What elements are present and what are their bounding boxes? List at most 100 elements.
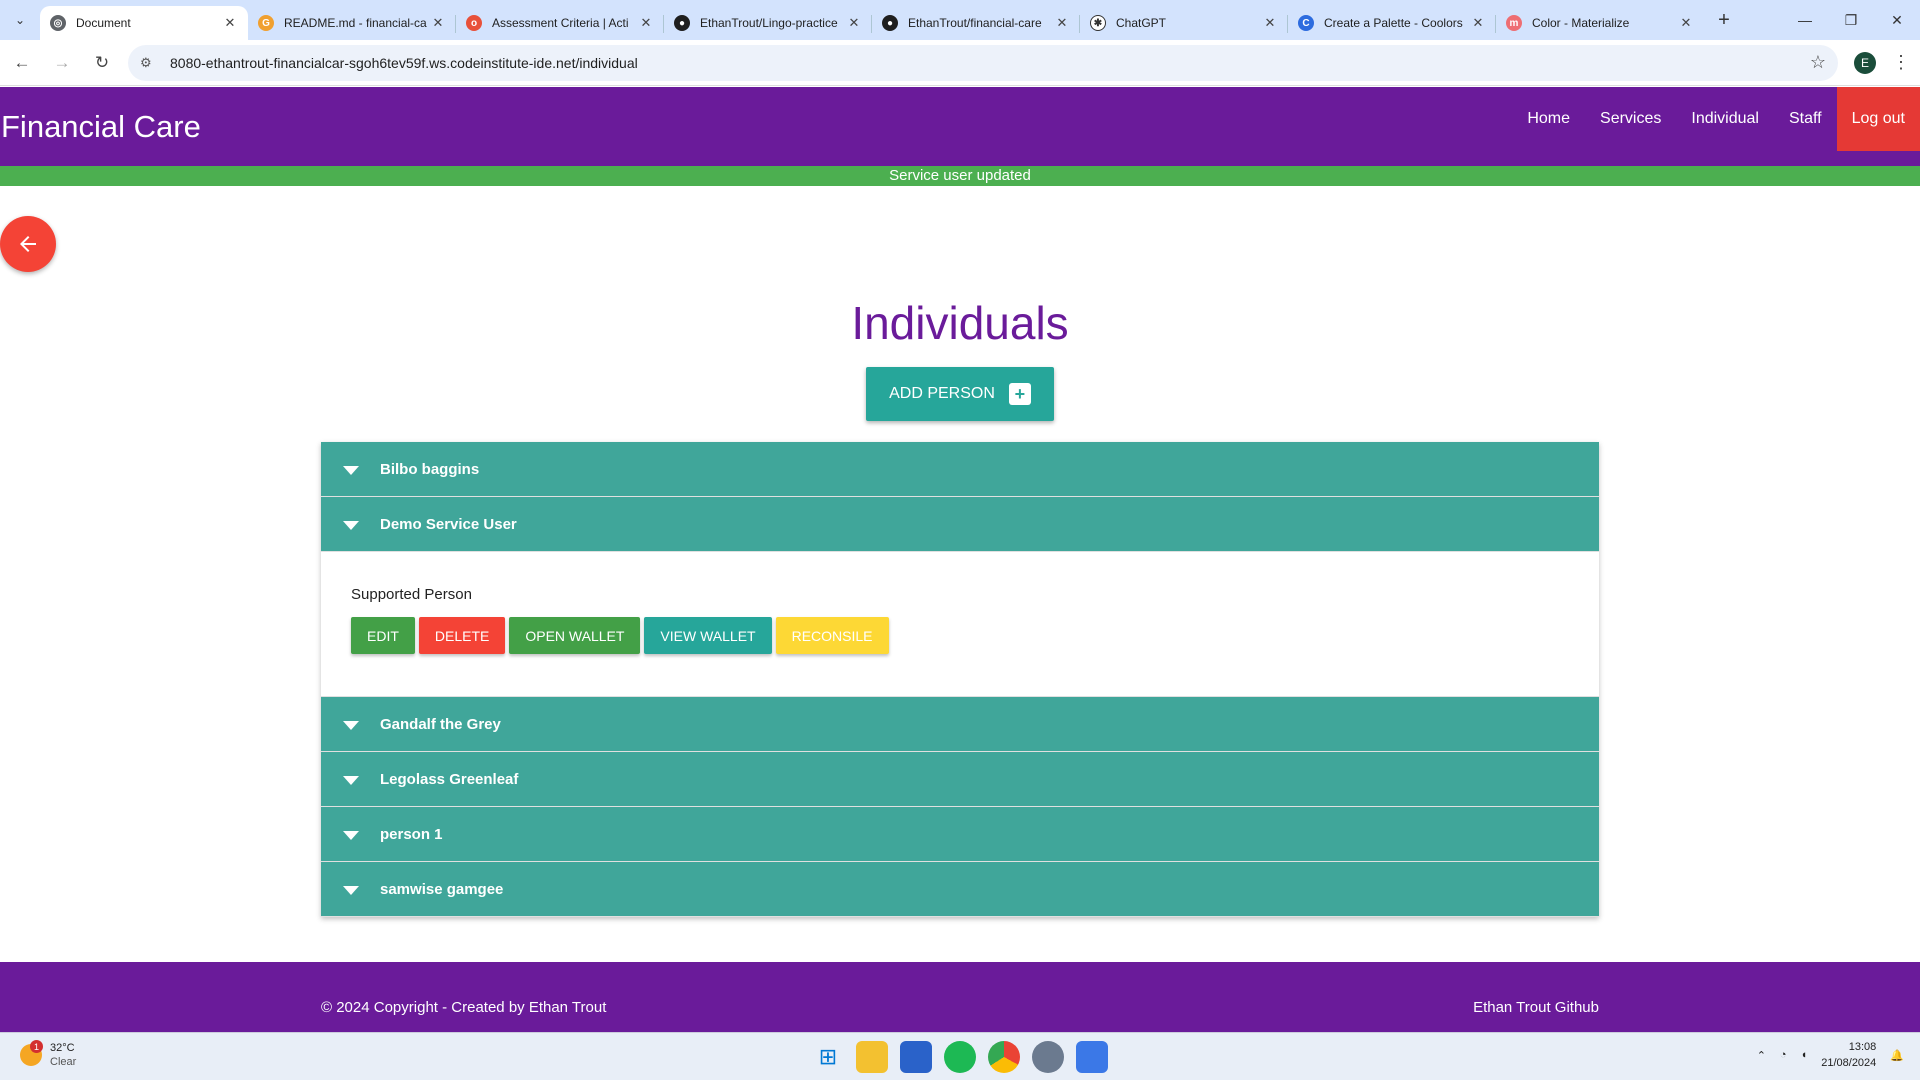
open-wallet-button[interactable]: OPEN WALLET — [509, 617, 641, 654]
individual-name: samwise gamgee — [380, 880, 504, 898]
minimize-icon[interactable]: — — [1782, 12, 1828, 28]
clock-date: 21/08/2024 — [1821, 1057, 1877, 1069]
individual-header[interactable]: Bilbo baggins — [321, 442, 1599, 497]
nav-logout[interactable]: Log out — [1836, 87, 1920, 151]
nav-individual[interactable]: Individual — [1676, 87, 1774, 151]
edit-button[interactable]: EDIT — [351, 617, 415, 654]
close-window-icon[interactable]: ✕ — [1874, 12, 1920, 29]
individuals-list: Bilbo baggins Demo Service User Supporte… — [321, 442, 1599, 917]
chevron-up-icon[interactable]: ⌃ — [1757, 1049, 1766, 1062]
tab-title: README.md - financial-ca — [284, 16, 427, 30]
nav-services[interactable]: Services — [1585, 87, 1676, 151]
url-text[interactable]: 8080-ethantrout-financialcar-sgoh6tev59f… — [170, 55, 1810, 71]
store-icon[interactable] — [900, 1041, 932, 1073]
nav-staff[interactable]: Staff — [1774, 87, 1837, 151]
caret-down-icon — [343, 886, 359, 895]
taskbar-apps: ⊞ — [812, 1041, 1108, 1073]
wifi-icon[interactable]: ◔ — [1780, 1049, 1787, 1061]
globe-icon: ◎ — [50, 15, 66, 31]
profile-avatar[interactable]: E — [1854, 51, 1876, 74]
weather-desc: Clear — [50, 1056, 77, 1068]
caret-down-icon — [343, 831, 359, 840]
tab-search-icon[interactable]: ⌄ — [6, 6, 34, 34]
back-button[interactable] — [0, 216, 56, 272]
volume-icon[interactable]: ◖ — [1801, 1049, 1808, 1061]
notification-bell-icon[interactable]: 🔔 — [1890, 1049, 1904, 1062]
nav-links: Home Services Individual Staff Log out — [1512, 87, 1920, 151]
page-title: Individuals — [851, 297, 1069, 349]
notepad-icon[interactable] — [1076, 1041, 1108, 1073]
weather-temp: 32°C — [50, 1042, 75, 1054]
close-tab-icon[interactable]: ✕ — [638, 15, 654, 31]
individual-name: person 1 — [380, 825, 443, 843]
browser-tab-financial-care[interactable]: ● EthanTrout/financial-care ✕ — [872, 6, 1080, 40]
tab-title: Color - Materialize — [1532, 16, 1630, 30]
browser-tab-bar: ⌄ ◎ Document ✕ G README.md - financial-c… — [0, 0, 1920, 40]
circle-icon: o — [466, 15, 482, 31]
individual-header[interactable]: Legolass Greenleaf — [321, 752, 1599, 807]
footer-github-link[interactable]: Ethan Trout Github — [1473, 999, 1599, 1016]
address-bar[interactable]: ⚙ 8080-ethantrout-financialcar-sgoh6tev5… — [128, 44, 1838, 81]
individual-header[interactable]: Demo Service User — [321, 497, 1599, 552]
individual-header[interactable]: person 1 — [321, 807, 1599, 862]
back-arrow-icon[interactable]: ← — [4, 45, 40, 81]
browser-tab-lingo[interactable]: ● EthanTrout/Lingo-practice ✕ — [664, 6, 872, 40]
individual-role: Supported Person — [351, 586, 472, 603]
site-footer: © 2024 Copyright - Created by Ethan Trou… — [0, 962, 1920, 1032]
individual-name: Demo Service User — [380, 515, 517, 533]
close-tab-icon[interactable]: ✕ — [846, 15, 862, 31]
windows-start-icon[interactable]: ⊞ — [812, 1041, 844, 1073]
brand-logo[interactable]: Financial Care — [1, 109, 201, 145]
individual-name: Legolass Greenleaf — [380, 770, 519, 788]
browser-tab-chatgpt[interactable]: ✱ ChatGPT ✕ — [1080, 6, 1288, 40]
add-person-label: ADD PERSON — [889, 385, 995, 402]
bookmark-star-icon[interactable]: ☆ — [1810, 52, 1826, 73]
flash-message: Service user updated — [0, 166, 1920, 186]
tab-title: Create a Palette - Coolors — [1324, 16, 1463, 30]
new-tab-icon[interactable]: + — [1710, 6, 1738, 34]
tab-title: EthanTrout/Lingo-practice — [700, 16, 838, 30]
arrow-left-icon — [20, 236, 36, 252]
browser-tab-document[interactable]: ◎ Document ✕ — [40, 6, 248, 40]
individual-name: Gandalf the Grey — [380, 715, 501, 733]
individual-header[interactable]: samwise gamgee — [321, 862, 1599, 917]
forward-arrow-icon[interactable]: → — [44, 45, 80, 81]
delete-button[interactable]: DELETE — [418, 617, 506, 654]
nav-home[interactable]: Home — [1512, 87, 1585, 151]
reload-icon[interactable]: ↻ — [84, 45, 120, 81]
individual-actions: EDIT DELETE OPEN WALLET VIEW WALLET RECO… — [351, 617, 1569, 654]
file-explorer-icon[interactable] — [856, 1041, 888, 1073]
individual-header[interactable]: Gandalf the Grey — [321, 697, 1599, 752]
chrome-icon[interactable] — [988, 1041, 1020, 1073]
clock-time: 13:08 — [1848, 1041, 1877, 1053]
close-tab-icon[interactable]: ✕ — [1678, 15, 1694, 31]
menu-kebab-icon[interactable]: ⋮ — [1892, 52, 1910, 73]
weather-widget[interactable]: 1 32°C Clear — [20, 1040, 77, 1069]
browser-tab-coolors[interactable]: C Create a Palette - Coolors ✕ — [1288, 6, 1496, 40]
browser-tab-assessment[interactable]: o Assessment Criteria | Acti ✕ — [456, 6, 664, 40]
materialize-icon: m — [1506, 15, 1522, 31]
close-tab-icon[interactable]: ✕ — [430, 15, 446, 31]
caret-down-icon — [343, 466, 359, 475]
view-wallet-button[interactable]: VIEW WALLET — [644, 617, 772, 654]
close-tab-icon[interactable]: ✕ — [222, 15, 238, 31]
os-taskbar: 1 32°C Clear ⊞ ⌃ ◔ ◖ 13:08 21/08/2024 🔔 — [0, 1032, 1920, 1080]
add-person-button[interactable]: ADD PERSON + — [866, 367, 1054, 421]
close-tab-icon[interactable]: ✕ — [1054, 15, 1070, 31]
tab-title: ChatGPT — [1116, 16, 1167, 30]
close-tab-icon[interactable]: ✕ — [1470, 15, 1486, 31]
weather-sun-icon: 1 — [20, 1040, 43, 1066]
browser-tab-readme[interactable]: G README.md - financial-ca ✕ — [248, 6, 456, 40]
settings-gear-icon[interactable] — [1032, 1041, 1064, 1073]
spotify-icon[interactable] — [944, 1041, 976, 1073]
site-info-icon[interactable]: ⚙ — [140, 55, 158, 71]
browser-toolbar: ← → ↻ ⚙ 8080-ethantrout-financialcar-sgo… — [0, 40, 1920, 86]
plus-icon: + — [1008, 383, 1031, 405]
reconsile-button[interactable]: RECONSILE — [775, 617, 889, 654]
restore-icon[interactable]: ❐ — [1828, 12, 1874, 29]
browser-tab-materialize[interactable]: m Color - Materialize ✕ — [1496, 6, 1704, 40]
close-tab-icon[interactable]: ✕ — [1262, 15, 1278, 31]
clock[interactable]: 13:08 21/08/2024 — [1821, 1039, 1876, 1071]
tab-title: Document — [76, 16, 131, 30]
gitpod-icon: G — [258, 15, 274, 31]
